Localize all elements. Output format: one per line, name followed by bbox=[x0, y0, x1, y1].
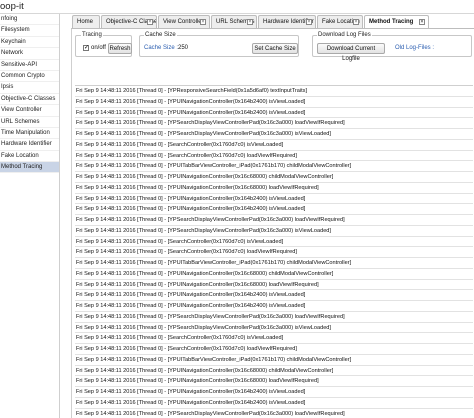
sidebar: nfoing Filesystem Keychain Network Sensitive… bbox=[0, 14, 60, 418]
log-row: Fri Sep 9 14:48:11 2016 [Thread 0] - [YP… bbox=[75, 204, 473, 215]
download-current-logfile-button[interactable]: Download Current Logfile bbox=[317, 43, 385, 62]
log-row: Fri Sep 9 14:48:11 2016 [Thread 0] - [YP… bbox=[75, 290, 473, 301]
log-row: Fri Sep 9 14:48:11 2016 [Thread 0] - [YP… bbox=[75, 183, 473, 194]
log-row: Fri Sep 9 14:48:11 2016 [Thread 0] - [YP… bbox=[75, 366, 473, 377]
log-row: Fri Sep 9 14:48:11 2016 [Thread 0] - [YP… bbox=[75, 108, 473, 119]
log-row: Fri Sep 9 14:48:11 2016 [Thread 0] - [Se… bbox=[75, 140, 473, 151]
sidebar-item[interactable]: URL Schemes bbox=[0, 117, 59, 128]
log-row: Fri Sep 9 14:48:11 2016 [Thread 0] - [YP… bbox=[75, 355, 473, 366]
tab-label: View Controller bbox=[163, 19, 204, 25]
tab-hardware-identifier[interactable]: Hardware Identifier × bbox=[258, 15, 316, 28]
sidebar-item[interactable]: Hardware Identifier bbox=[0, 139, 59, 151]
sidebar-item[interactable]: Sensitive-API bbox=[0, 60, 59, 71]
close-tab-icon[interactable]: × bbox=[200, 19, 206, 25]
log-row: Fri Sep 9 14:48:11 2016 [Thread 0] - [Se… bbox=[75, 247, 473, 258]
download-log-group: Download Log Files Download Current Logf… bbox=[312, 32, 472, 62]
log-row: Fri Sep 9 14:48:11 2016 [Thread 0] - [YP… bbox=[75, 398, 473, 409]
tab-method-tracing[interactable]: Method Tracing × bbox=[364, 15, 429, 28]
sidebar-item[interactable]: Fake Location bbox=[0, 151, 59, 163]
method-tracing-panel: Tracing ✓ on/off Refresh Cache Size Cach… bbox=[71, 28, 474, 418]
log-row: Fri Sep 9 14:48:11 2016 [Thread 0] - [Se… bbox=[75, 151, 473, 162]
tab-objective-c-classes[interactable]: Objective-C Classes × bbox=[101, 15, 157, 28]
tab-home[interactable]: Home bbox=[72, 15, 100, 28]
cache-size-legend: Cache Size bbox=[144, 32, 177, 38]
tab-url-schemes[interactable]: URL Schemes × bbox=[211, 15, 257, 28]
tab-label: Home bbox=[77, 19, 94, 25]
sidebar-item[interactable]: Network bbox=[0, 48, 59, 60]
log-row: Fri Sep 9 14:48:11 2016 [Thread 0] - [YP… bbox=[75, 118, 473, 129]
log-row: Fri Sep 9 14:48:11 2016 [Thread 0] - [YP… bbox=[75, 280, 473, 291]
sidebar-item[interactable]: Objective-C Classes bbox=[0, 94, 59, 106]
tab-label: Method Tracing bbox=[369, 19, 414, 25]
trace-log[interactable]: Fri Sep 9 14:48:11 2016 [Thread 0] - [YP… bbox=[75, 85, 473, 418]
sidebar-item[interactable]: Keychain bbox=[0, 37, 59, 49]
refresh-button[interactable]: Refresh bbox=[108, 43, 132, 54]
log-row: Fri Sep 9 14:48:11 2016 [Thread 0] - [Se… bbox=[75, 237, 473, 248]
close-tab-icon[interactable]: × bbox=[419, 19, 425, 25]
close-tab-icon[interactable]: × bbox=[147, 19, 153, 25]
sidebar-item[interactable]: Ipsis bbox=[0, 82, 59, 94]
log-row: Fri Sep 9 14:48:11 2016 [Thread 0] - [YP… bbox=[75, 409, 473, 418]
log-row: Fri Sep 9 14:48:11 2016 [Thread 0] - [YP… bbox=[75, 129, 473, 140]
window-title: oop-it bbox=[0, 1, 24, 12]
tab-fake-location[interactable]: Fake Location × bbox=[317, 15, 363, 28]
log-row: Fri Sep 9 14:48:11 2016 [Thread 0] - [YP… bbox=[75, 376, 473, 387]
old-log-files-label[interactable]: Old Log-Files : bbox=[395, 45, 434, 51]
log-row: Fri Sep 9 14:48:11 2016 [Thread 0] - [YP… bbox=[75, 387, 473, 398]
sidebar-item[interactable]: Time Manipulation bbox=[0, 128, 59, 140]
sidebar-item[interactable]: Common Crypto bbox=[0, 71, 59, 83]
tracing-toggle-label: on/off bbox=[91, 45, 106, 51]
cache-size-group: Cache Size Cache Size : 250 Set Cache Si… bbox=[139, 32, 299, 57]
tracing-legend: Tracing bbox=[81, 32, 103, 38]
sidebar-item[interactable]: Filesystem bbox=[0, 25, 59, 37]
window-titlebar: oop-it bbox=[0, 0, 474, 14]
close-tab-icon[interactable]: × bbox=[353, 19, 359, 25]
log-row: Fri Sep 9 14:48:11 2016 [Thread 0] - [Se… bbox=[75, 333, 473, 344]
sidebar-item[interactable]: nfoing bbox=[0, 14, 59, 26]
close-tab-icon[interactable]: × bbox=[306, 19, 312, 25]
tab-bar: Home Objective-C Classes × View Controller ×… bbox=[72, 15, 474, 28]
sidebar-item[interactable]: Method Tracing bbox=[0, 162, 59, 174]
log-row: Fri Sep 9 14:48:11 2016 [Thread 0] - [YP… bbox=[75, 172, 473, 183]
tab-view-controller[interactable]: View Controller × bbox=[158, 15, 210, 28]
log-row: Fri Sep 9 14:48:11 2016 [Thread 0] - [YP… bbox=[75, 215, 473, 226]
set-cache-size-button[interactable]: Set Cache Size bbox=[252, 43, 298, 54]
close-tab-icon[interactable]: × bbox=[247, 19, 253, 25]
log-row: Fri Sep 9 14:48:11 2016 [Thread 0] - [YP… bbox=[75, 323, 473, 334]
log-row: Fri Sep 9 14:48:11 2016 [Thread 0] - [YP… bbox=[75, 269, 473, 280]
log-row: Fri Sep 9 14:48:11 2016 [Thread 0] - [YP… bbox=[75, 312, 473, 323]
tracing-checkbox[interactable]: ✓ bbox=[83, 45, 89, 51]
log-row: Fri Sep 9 14:48:11 2016 [Thread 0] - [YP… bbox=[75, 301, 473, 312]
log-row: Fri Sep 9 14:48:11 2016 [Thread 0] - [YP… bbox=[75, 97, 473, 108]
download-log-legend: Download Log Files bbox=[317, 32, 372, 38]
cache-size-label: Cache Size : bbox=[144, 45, 179, 51]
log-row: Fri Sep 9 14:48:11 2016 [Thread 0] - [YP… bbox=[75, 258, 473, 269]
cache-size-value[interactable]: 250 bbox=[178, 45, 188, 51]
log-row: Fri Sep 9 14:48:11 2016 [Thread 0] - [Se… bbox=[75, 344, 473, 355]
log-row: Fri Sep 9 14:48:11 2016 [Thread 0] - [YP… bbox=[75, 226, 473, 237]
sidebar-item[interactable]: View Controller bbox=[0, 105, 59, 117]
tracing-group: Tracing ✓ on/off Refresh bbox=[75, 32, 132, 57]
log-row: Fri Sep 9 14:48:11 2016 [Thread 0] - [YP… bbox=[75, 194, 473, 205]
log-row: Fri Sep 9 14:48:11 2016 [Thread 0] - [YP… bbox=[75, 161, 473, 172]
log-row: Fri Sep 9 14:48:11 2016 [Thread 0] - [YP… bbox=[75, 86, 473, 97]
